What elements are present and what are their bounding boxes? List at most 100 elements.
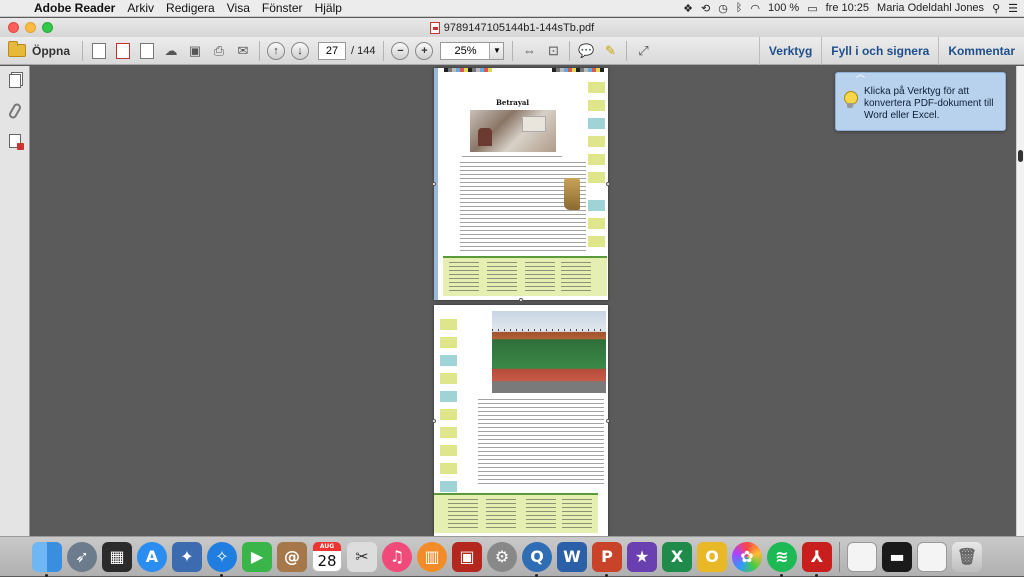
fill-sign-button[interactable]: Fyll i och signera <box>821 36 938 65</box>
page-handle[interactable] <box>432 182 436 186</box>
vertical-scrollbar[interactable] <box>1016 66 1024 536</box>
zoom-out-button[interactable]: − <box>388 40 412 62</box>
zoom-in-button[interactable]: + <box>412 40 436 62</box>
signatures-button[interactable] <box>0 126 30 156</box>
clock[interactable]: fre 10:25 <box>826 2 869 14</box>
spotlight-search-icon[interactable]: ⚲ <box>992 2 1000 15</box>
fit-page-icon[interactable]: ⊡ <box>541 40 565 62</box>
close-window-button[interactable] <box>8 22 19 33</box>
document-view[interactable]: Betrayal <box>31 66 1016 536</box>
attachments-button[interactable] <box>0 96 30 126</box>
spotify-icon[interactable]: ≋ <box>767 541 797 577</box>
folder-icon <box>8 41 26 57</box>
screenshot-icon[interactable] <box>917 541 947 572</box>
menu-visa[interactable]: Visa <box>221 1 256 15</box>
pdf-page-28[interactable] <box>434 305 608 536</box>
vocabulary-box <box>434 493 598 533</box>
email-icon[interactable]: ✉ <box>231 40 255 62</box>
system-preferences-icon[interactable]: ⚙ <box>487 541 517 572</box>
margin-box <box>440 445 457 456</box>
user-name[interactable]: Maria Odeldahl Jones <box>877 2 984 14</box>
print-color-bar <box>444 68 492 72</box>
battery-icon[interactable]: ▭ <box>807 2 817 15</box>
chevron-up-icon: ︿ <box>856 69 866 79</box>
contacts-icon[interactable]: @ <box>277 541 307 572</box>
scrollbar-thumb[interactable] <box>1018 150 1023 162</box>
previous-page-button[interactable]: ↑ <box>264 40 288 62</box>
menu-arkiv[interactable]: Arkiv <box>121 1 160 15</box>
zoom-select[interactable]: 25% ▼ <box>440 41 505 60</box>
menu-fonster[interactable]: Fönster <box>256 1 309 15</box>
toolbar-divider <box>259 40 260 61</box>
wifi-icon[interactable]: ◠ <box>750 2 760 15</box>
page-handle[interactable] <box>606 419 610 423</box>
ibooks-icon[interactable]: ▥ <box>417 541 447 572</box>
print-icon[interactable]: ⎙ <box>207 40 231 62</box>
dropbox-icon[interactable]: ❖ <box>683 2 693 15</box>
margin-box <box>588 200 605 211</box>
classroom-photo <box>470 110 556 152</box>
powerpoint-icon[interactable]: P <box>592 541 622 577</box>
preview-icon[interactable]: ✦ <box>172 541 202 572</box>
page-handle[interactable] <box>606 182 610 186</box>
tools-button[interactable]: Verktyg <box>758 36 821 65</box>
comment-button[interactable]: Kommentar <box>938 36 1024 65</box>
comment-bubble-icon[interactable]: 💬 <box>574 40 598 62</box>
timemachine-icon[interactable]: ◷ <box>718 2 728 15</box>
terminal-icon[interactable]: ▬ <box>882 541 912 572</box>
battery-text[interactable]: 100 % <box>768 2 799 14</box>
scissors-icon[interactable]: ✂ <box>347 541 377 572</box>
sync-icon[interactable]: ⟲ <box>701 2 710 15</box>
word-icon[interactable]: W <box>557 541 587 572</box>
menu-hjalp[interactable]: Hjälp <box>309 1 348 15</box>
trash-icon[interactable]: 🗑 <box>952 541 982 572</box>
vocab-column <box>486 499 516 531</box>
page-number-input[interactable]: 27 <box>318 41 346 60</box>
next-page-button[interactable]: ↓ <box>288 40 312 62</box>
open-button[interactable]: Öppna <box>0 40 78 62</box>
margin-box <box>440 337 457 348</box>
fullscreen-window-button[interactable] <box>42 22 53 33</box>
margin-box <box>588 172 605 183</box>
minimize-window-button[interactable] <box>25 22 36 33</box>
excel-icon[interactable]: X <box>662 541 692 572</box>
edit-pdf-icon[interactable] <box>135 40 159 62</box>
export-pdf-icon[interactable] <box>111 40 135 62</box>
page-handle[interactable] <box>519 298 523 302</box>
cloud-upload-icon[interactable]: ☁ <box>159 40 183 62</box>
photos-icon[interactable]: ✿ <box>732 541 762 572</box>
page-handle[interactable] <box>432 419 436 423</box>
highlight-icon[interactable]: ✎ <box>598 40 622 62</box>
notification-center-icon[interactable]: ☰ <box>1008 2 1018 15</box>
margin-box <box>440 409 457 420</box>
document-icon[interactable] <box>847 541 877 572</box>
menu-redigera[interactable]: Redigera <box>160 1 221 15</box>
itunes-icon[interactable]: ♫ <box>382 541 412 572</box>
imovie-icon[interactable]: ★ <box>627 541 657 572</box>
vocab-column <box>448 499 478 531</box>
create-pdf-icon[interactable] <box>87 40 111 62</box>
tools-tip-popup[interactable]: ︿ Klicka på Verktyg för att konvertera P… <box>835 69 1006 131</box>
menu-app-name[interactable]: Adobe Reader <box>30 1 121 15</box>
margin-box <box>588 118 605 129</box>
toolbar-divider <box>512 40 514 61</box>
quicktime-icon[interactable]: Q <box>522 541 552 577</box>
outlook-icon[interactable]: O <box>697 541 727 572</box>
mission-control-icon[interactable]: ▦ <box>102 541 132 572</box>
bluetooth-icon[interactable]: ᛒ <box>736 2 743 14</box>
safari-icon[interactable]: ✧ <box>207 541 237 577</box>
facetime-icon[interactable]: ▶ <box>242 541 272 572</box>
pdf-page-27[interactable]: Betrayal <box>434 68 608 300</box>
calendar-icon[interactable]: AUG 28 <box>312 541 342 572</box>
margin-box <box>440 319 457 330</box>
acrobat-icon[interactable]: ⅄ <box>802 541 832 577</box>
fullscreen-icon[interactable]: ⤢ <box>631 40 655 62</box>
page-thumbnails-button[interactable] <box>0 66 30 96</box>
launchpad-icon[interactable]: ➶ <box>67 541 97 572</box>
save-icon[interactable]: ▣ <box>183 40 207 62</box>
calendar-day: 28 <box>317 552 337 570</box>
app-store-icon[interactable]: A <box>137 541 167 572</box>
fit-width-icon[interactable]: ⇔ <box>517 40 541 62</box>
photo-booth-icon[interactable]: ▣ <box>452 541 482 572</box>
finder-icon[interactable] <box>32 541 62 577</box>
